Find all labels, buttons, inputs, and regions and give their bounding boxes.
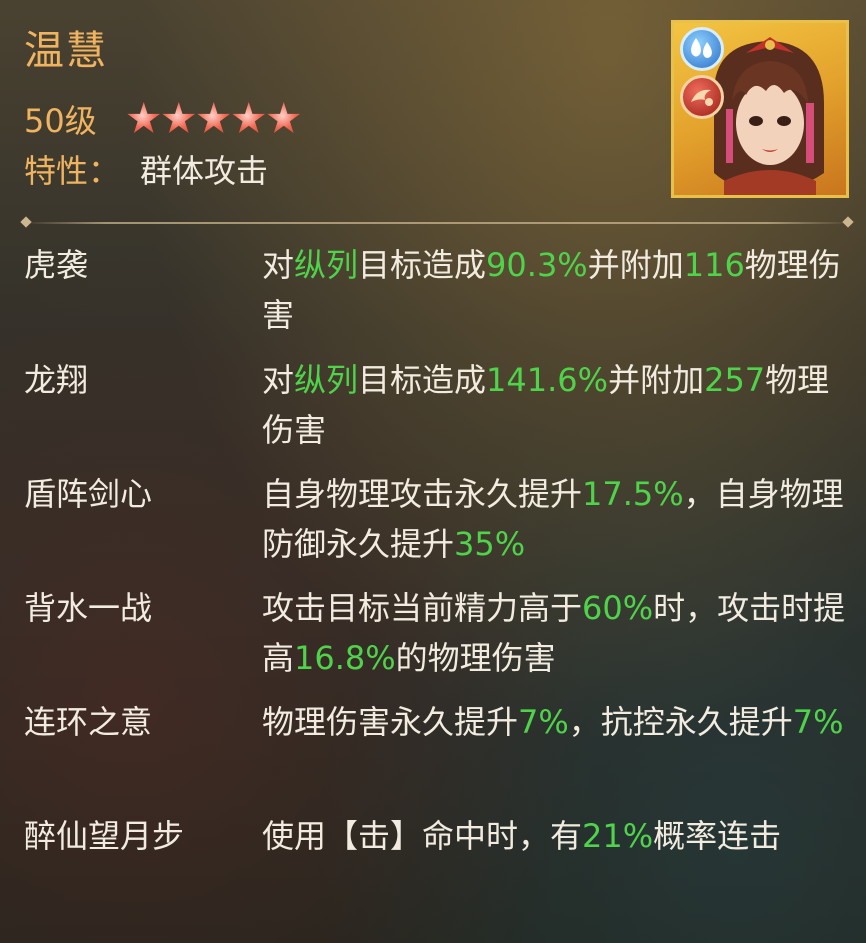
description-text: 攻击目标当前精力高于 <box>262 589 583 627</box>
skill-row: 连环之意 物理伤害永久提升7%，抗控永久提升7% <box>24 697 854 811</box>
skill-list: 虎袭 对纵列目标造成90.3%并附加116物理伤害 龙翔 对纵列目标造成141.… <box>24 240 854 861</box>
star-icon <box>232 102 266 133</box>
highlight-value: 257 <box>704 361 766 399</box>
attack-emblem-icon <box>680 75 724 119</box>
highlight-value: 90.3% <box>486 246 588 284</box>
highlight-value: 35% <box>454 525 526 563</box>
description-text: 使用【击】命中时，有 <box>262 817 583 855</box>
hero-name: 温慧 <box>24 28 108 74</box>
highlight-value: 21% <box>582 817 654 855</box>
level-row: 50级 <box>24 96 302 142</box>
skill-description: 物理伤害永久提升7%，抗控永久提升7% <box>262 697 854 811</box>
skill-name: 盾阵剑心 <box>24 475 153 513</box>
highlight-value: 7% <box>792 703 844 741</box>
skill-description: 自身物理攻击永久提升17.5%，自身物理防御永久提升35% <box>262 469 854 583</box>
skill-description: 攻击目标当前精力高于60%时，攻击时提高16.8%的物理伤害 <box>262 583 854 697</box>
description-text: 目标造成 <box>358 361 487 399</box>
trait-row: 特性： 群体攻击 <box>24 146 268 192</box>
description-text: 目标造成 <box>358 246 487 284</box>
description-text: 并附加 <box>608 361 705 399</box>
skill-description: 使用【击】命中时，有21%概率连击 <box>262 811 854 861</box>
highlight-value: 17.5% <box>582 475 684 513</box>
description-text: 物理伤害永久提升 <box>262 703 519 741</box>
skill-description: 对纵列目标造成141.6%并附加257物理伤害 <box>262 355 854 469</box>
highlight-value: 16.8% <box>294 639 396 677</box>
description-text: ，抗控永久提升 <box>568 703 793 741</box>
star-rating <box>127 102 302 136</box>
skill-row: 背水一战 攻击目标当前精力高于60%时，攻击时提高16.8%的物理伤害 <box>24 583 854 697</box>
star-icon <box>197 102 231 133</box>
star-icon <box>267 102 301 133</box>
skill-name: 醉仙望月步 <box>24 817 185 855</box>
skill-row: 盾阵剑心 自身物理攻击永久提升17.5%，自身物理防御永久提升35% <box>24 469 854 583</box>
star-icon <box>127 102 161 133</box>
highlight-value: 60% <box>582 589 654 627</box>
highlight-value: 7% <box>518 703 569 741</box>
skill-name: 连环之意 <box>24 703 153 741</box>
skill-name: 背水一战 <box>24 589 153 627</box>
description-text: 对 <box>262 361 295 399</box>
highlight-value: 141.6% <box>486 361 609 399</box>
hero-portrait <box>671 20 849 198</box>
highlight-value: 纵列 <box>294 361 359 399</box>
description-text: 概率连击 <box>653 817 782 855</box>
highlight-value: 116 <box>683 246 745 284</box>
hero-level: 50级 <box>24 102 97 140</box>
description-text: 对 <box>262 246 295 284</box>
skill-row: 醉仙望月步 使用【击】命中时，有21%概率连击 <box>24 811 854 861</box>
highlight-value: 纵列 <box>294 246 359 284</box>
trait-value: 群体攻击 <box>140 152 269 190</box>
skill-description: 对纵列目标造成90.3%并附加116物理伤害 <box>262 240 854 355</box>
water-drops-icon <box>680 27 724 71</box>
description-text: 并附加 <box>587 246 684 284</box>
skill-name: 龙翔 <box>24 361 89 399</box>
description-text: 的物理伤害 <box>395 639 556 677</box>
star-icon <box>162 102 196 133</box>
skill-name: 虎袭 <box>24 246 89 284</box>
skill-row: 龙翔 对纵列目标造成141.6%并附加257物理伤害 <box>24 355 854 469</box>
skill-row: 虎袭 对纵列目标造成90.3%并附加116物理伤害 <box>24 240 854 355</box>
section-divider <box>24 222 850 224</box>
description-text: 自身物理攻击永久提升 <box>262 475 583 513</box>
trait-label: 特性： <box>24 152 121 190</box>
